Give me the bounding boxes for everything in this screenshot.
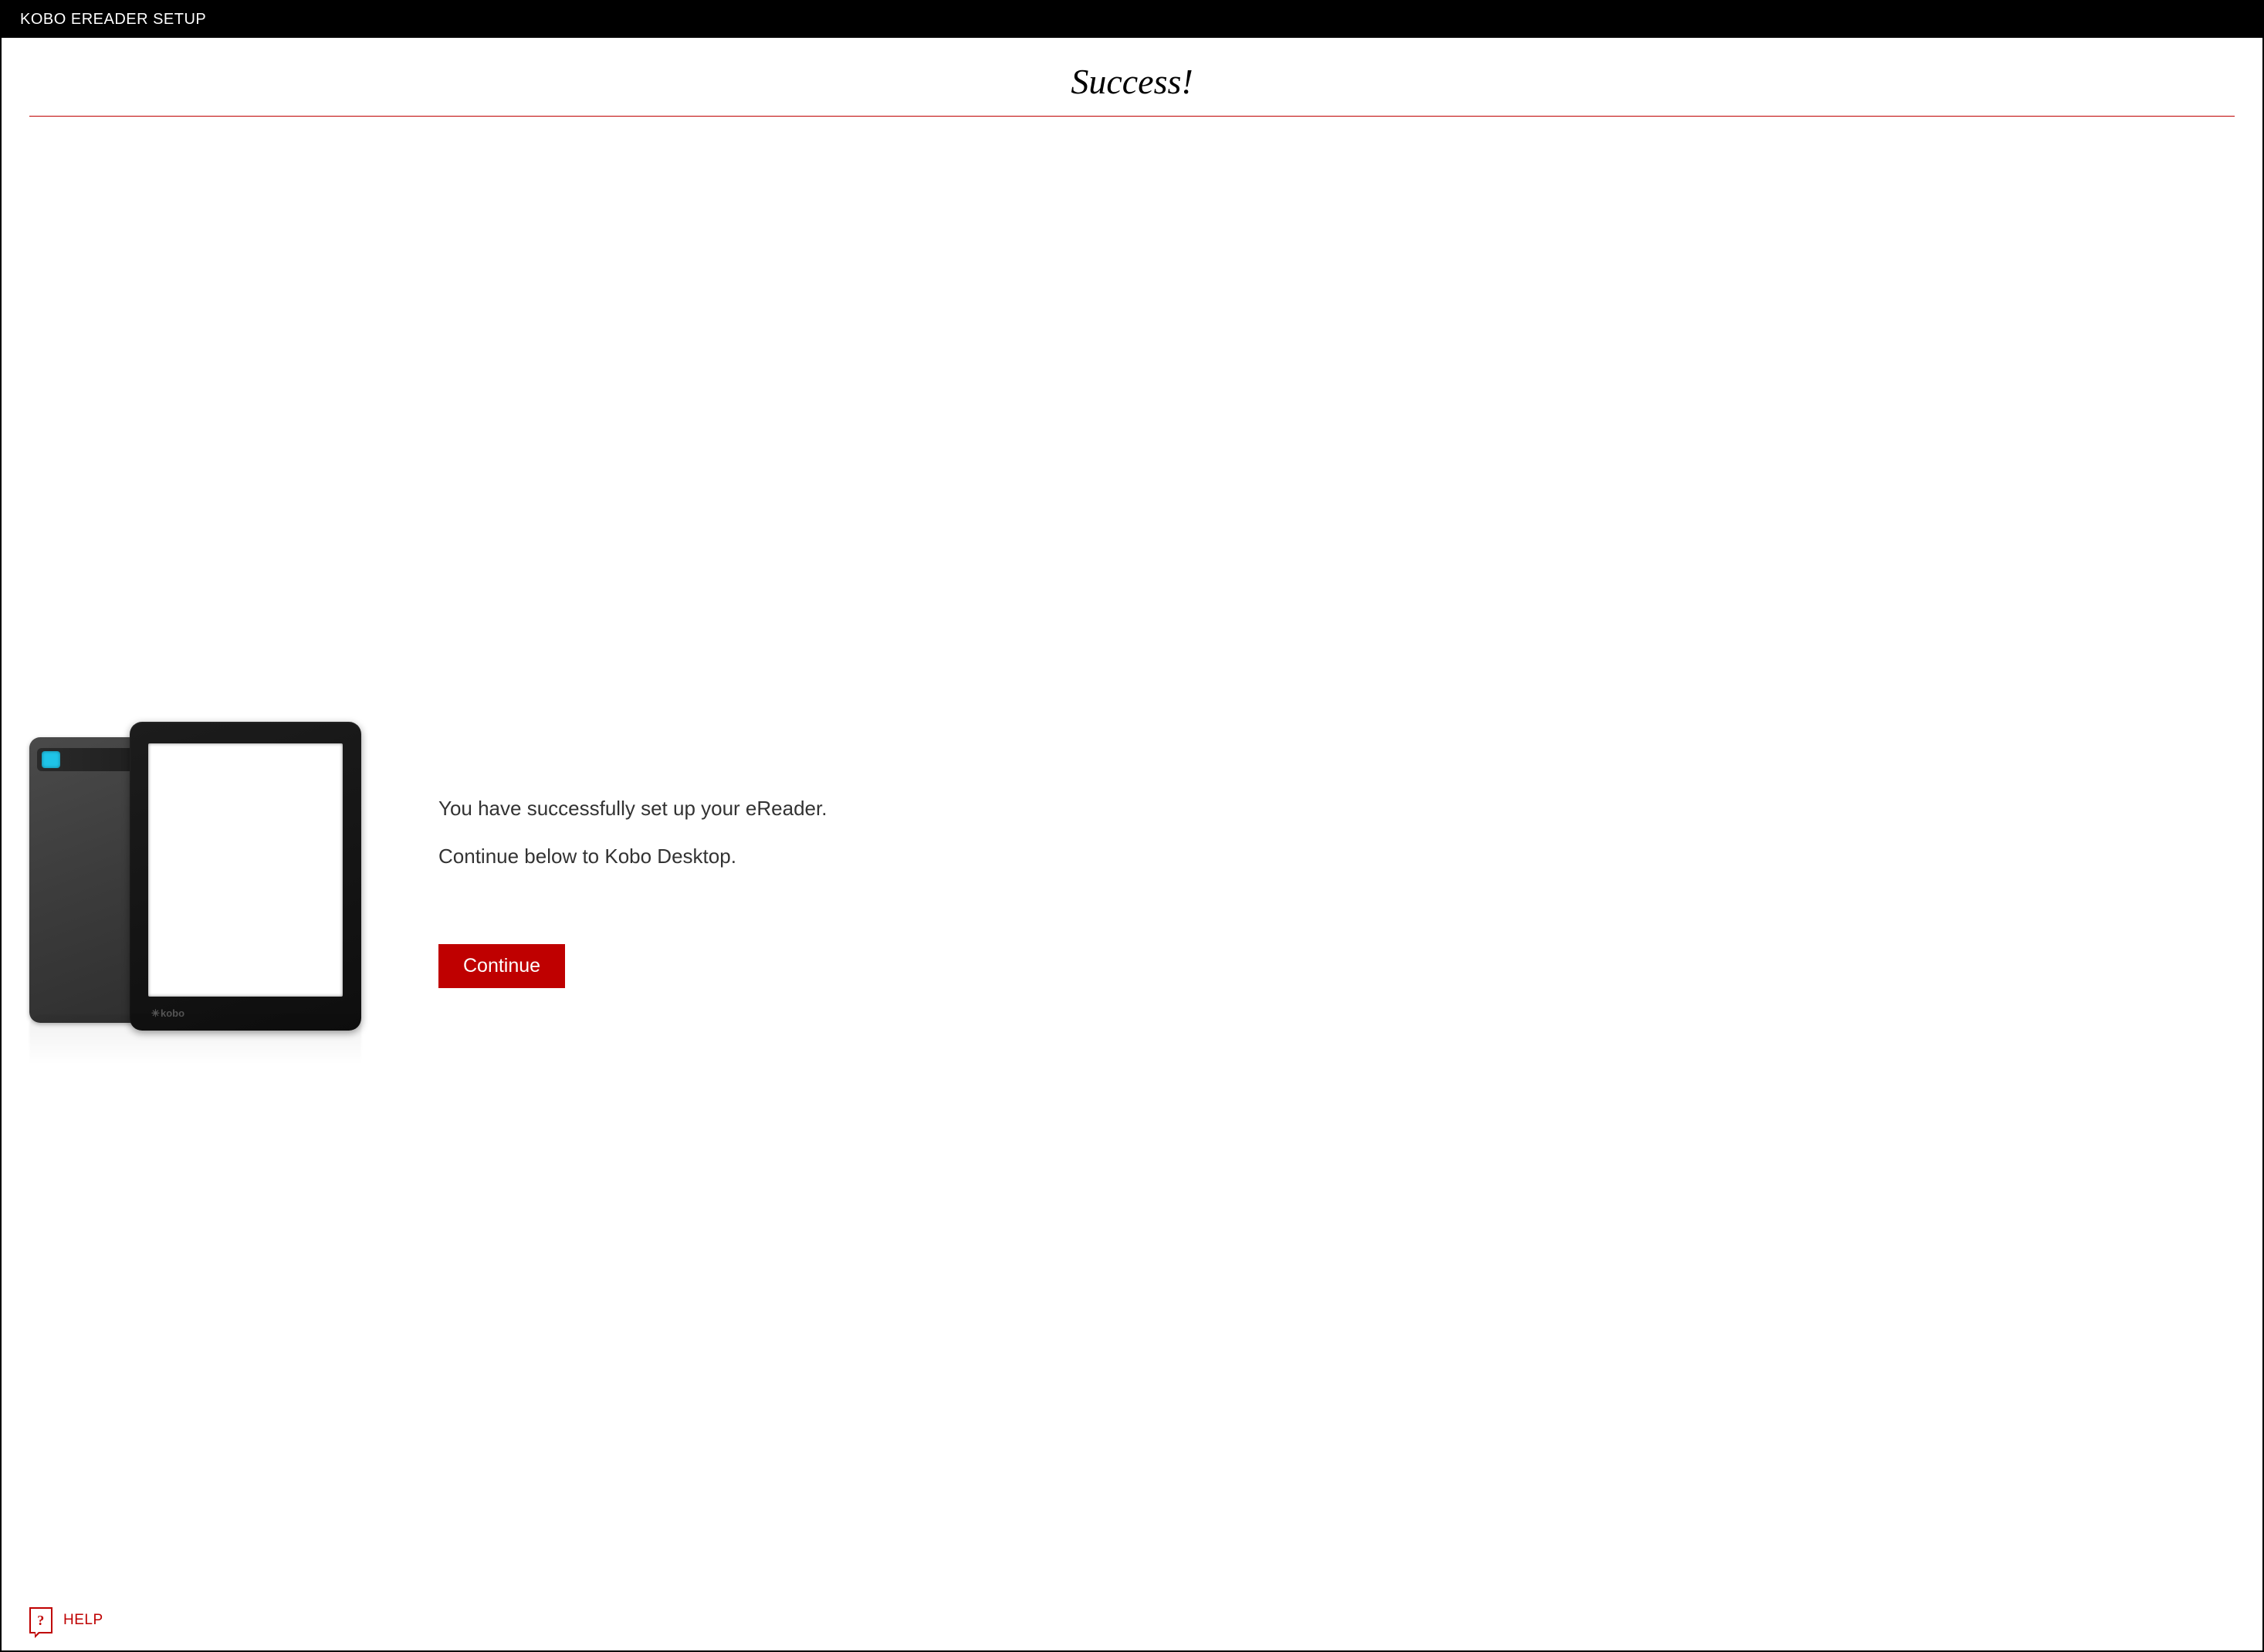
device-front-icon: ✳ kobo <box>130 722 361 1031</box>
page-heading: Success! <box>29 53 2235 116</box>
reflection <box>29 1015 361 1077</box>
message-column: You have successfully set up your eReade… <box>392 794 2235 989</box>
success-message-line1: You have successfully set up your eReade… <box>438 794 2235 822</box>
help-icon: ? <box>29 1607 52 1633</box>
ereader-illustration: ✳ kobo <box>29 706 361 1077</box>
continue-button[interactable]: Continue <box>438 944 565 988</box>
device-power-button-icon <box>42 751 60 768</box>
title-bar: KOBO EREADER SETUP <box>2 2 2262 38</box>
window-title: KOBO EREADER SETUP <box>20 11 206 28</box>
device-screen <box>148 743 343 997</box>
success-message-line2: Continue below to Kobo Desktop. <box>438 842 2235 870</box>
divider <box>29 116 2235 117</box>
main-row: ✳ kobo You have successfully set up your… <box>29 147 2235 1635</box>
help-label: HELP <box>63 1612 103 1629</box>
content-area: Success! ✳ kobo You have successfully se… <box>2 38 2262 1650</box>
setup-window: KOBO EREADER SETUP Success! ✳ kobo You h… <box>0 0 2264 1652</box>
help-link[interactable]: ? HELP <box>29 1607 103 1633</box>
